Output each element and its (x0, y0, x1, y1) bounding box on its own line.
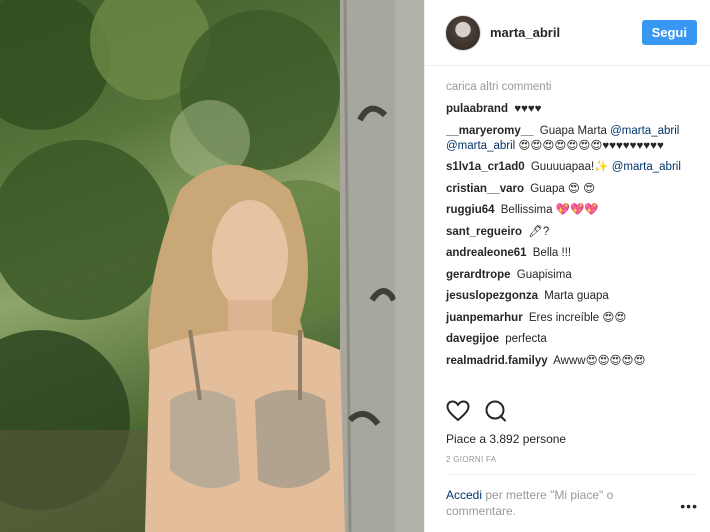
ellipsis-icon[interactable]: ••• (680, 498, 698, 514)
comment-text: perfecta (505, 333, 547, 345)
post-timestamp[interactable]: 2 GIORNI FA (446, 455, 496, 464)
login-link[interactable]: Accedi (446, 488, 482, 502)
comments-list: carica altri commenti pulaabrand ♥♥♥♥ __… (425, 66, 710, 369)
comment-item: s1lv1a_cr1ad0 Guuuuapaa!✨ @marta_abril (446, 160, 690, 175)
comment-mention[interactable]: @marta_abril (612, 161, 681, 173)
comment-item: realmadrid.familyy Awww😍😍😍😍😍 (446, 354, 690, 369)
comment-item: cristian__varo Guapa 😍 😍 (446, 182, 690, 197)
comment-text: Guuuuapaa!✨ (530, 161, 609, 173)
avatar[interactable] (445, 14, 481, 51)
comment-item: __maryeromy__ Guapa Marta @marta_abril @… (446, 124, 690, 154)
comment-item: pulaabrand ♥♥♥♥ (446, 102, 690, 117)
comment-text: 🖊? (528, 225, 550, 238)
comment-username[interactable]: cristian__varo (446, 183, 524, 195)
comment-text: Guapa Marta (539, 124, 607, 137)
post-photo[interactable] (0, 0, 424, 532)
load-more-comments-link[interactable]: carica altri commenti (446, 80, 690, 95)
post-sidebar: marta_abril Segui carica altri commenti … (424, 0, 710, 532)
comment-item: sant_regueiro 🖊? (446, 225, 690, 240)
instagram-post: marta_abril Segui carica altri commenti … (0, 0, 710, 532)
comment-text: Guapisima (516, 268, 572, 281)
comment-username[interactable]: juanpemarhur (446, 312, 523, 324)
comment-item: ruggiu64 Bellissima 💖💖💖 (446, 203, 690, 218)
divider (446, 474, 696, 475)
comment-username[interactable]: ruggiu64 (446, 204, 495, 216)
follow-button[interactable]: Segui (641, 20, 697, 45)
comment-username[interactable]: andrealeone61 (446, 247, 527, 259)
comment-username[interactable]: realmadrid.familyy (446, 355, 548, 367)
comment-username[interactable]: sant_regueiro (446, 226, 522, 238)
comment-item: juanpemarhur Eres increíble 😍😍 (446, 311, 690, 326)
comment-username[interactable]: pulaabrand (446, 103, 508, 115)
comment-text: ♥♥♥♥ (514, 103, 542, 115)
comment-username[interactable]: jesuslopezgonza (446, 290, 538, 302)
comment-item: andrealeone61 Bella !!! (446, 246, 690, 261)
post-actions (446, 400, 508, 422)
comment-text: Bella !!! (532, 247, 572, 259)
heart-icon[interactable] (446, 400, 470, 422)
comment-username[interactable]: gerardtrope (446, 269, 511, 281)
comment-bubble-icon[interactable] (484, 400, 508, 422)
post-header: marta_abril Segui (425, 0, 710, 66)
like-count[interactable]: Piace a 3.892 persone (446, 432, 566, 446)
comment-text: Eres increíble 😍😍 (528, 311, 627, 324)
comment-text: Marta guapa (544, 290, 609, 302)
comment-username[interactable]: s1lv1a_cr1ad0 (446, 161, 525, 173)
header-username[interactable]: marta_abril (490, 25, 642, 40)
comment-text-after: 😍😍😍😍😍😍😍♥♥♥♥♥♥♥♥♥ (518, 139, 664, 152)
comment-username[interactable]: davegijoe (446, 333, 499, 345)
login-prompt: Accedi per mettere "Mi piace" o commenta… (446, 487, 651, 519)
comment-text: Bellissima 💖💖💖 (500, 204, 599, 216)
comment-text: Guapa 😍 😍 (530, 182, 596, 195)
comment-item: davegijoe perfecta (446, 332, 690, 347)
comment-item: gerardtrope Guapisima (446, 268, 690, 283)
comment-username[interactable]: __maryeromy__ (446, 125, 534, 137)
comment-item: jesuslopezgonza Marta guapa (446, 289, 690, 304)
comment-text: Awww😍😍😍😍😍 (553, 354, 646, 367)
